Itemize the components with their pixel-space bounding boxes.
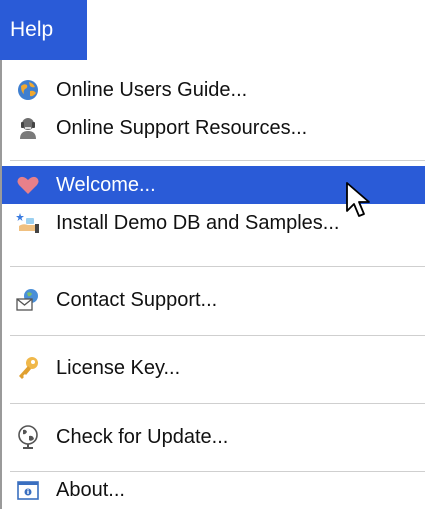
- menu-item-welcome[interactable]: Welcome...: [2, 166, 425, 204]
- menu-item-label: Welcome...: [56, 173, 156, 196]
- menu-item-check-for-update[interactable]: Check for Update...: [2, 418, 425, 456]
- menu-item-about[interactable]: About...: [2, 471, 425, 509]
- key-icon: [15, 355, 41, 381]
- menu-item-label: Check for Update...: [56, 425, 229, 448]
- globe-update-icon: [15, 424, 41, 450]
- menu-bar: Help: [0, 0, 425, 60]
- menu-help[interactable]: Help: [0, 0, 87, 60]
- menu-item-contact-support[interactable]: Contact Support...: [2, 281, 425, 319]
- menu-item-label: Contact Support...: [56, 288, 218, 311]
- menu-separator: [10, 266, 425, 267]
- menu-separator: [10, 403, 425, 404]
- menu-item-online-support-resources[interactable]: Online Support Resources...: [2, 109, 425, 147]
- envelope-globe-icon: [15, 287, 41, 313]
- heart-icon: [15, 172, 41, 198]
- help-dropdown-menu: Online Users Guide... Online Support Res…: [0, 60, 425, 509]
- menu-item-label: About...: [56, 478, 125, 501]
- menu-item-label: Online Support Resources...: [56, 116, 308, 139]
- menu-item-label: License Key...: [56, 356, 181, 379]
- menu-item-label: Install Demo DB and Samples...: [56, 211, 340, 234]
- menu-item-license-key[interactable]: License Key...: [2, 349, 425, 387]
- support-agent-icon: [15, 115, 41, 141]
- menu-separator: [10, 335, 425, 336]
- menu-item-install-demo-db[interactable]: Install Demo DB and Samples...: [2, 204, 425, 242]
- install-samples-icon: [15, 210, 41, 236]
- globe-help-icon: [15, 77, 41, 103]
- menu-item-label: Online Users Guide...: [56, 78, 248, 101]
- menu-separator: [10, 160, 425, 161]
- menu-item-online-users-guide[interactable]: Online Users Guide...: [2, 71, 425, 109]
- about-window-icon: [15, 477, 41, 503]
